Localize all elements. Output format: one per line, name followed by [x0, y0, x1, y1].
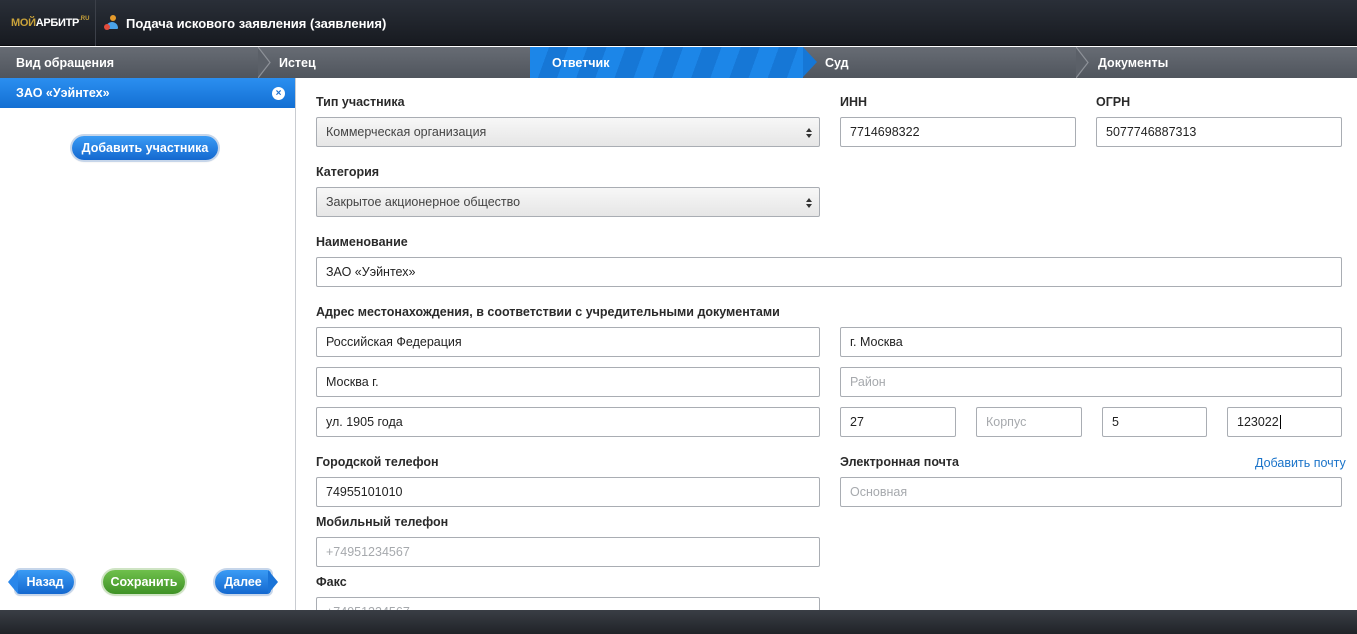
- save-button[interactable]: Сохранить: [103, 570, 185, 594]
- step-court[interactable]: Суд: [818, 47, 1076, 78]
- back-arrow-icon: [8, 570, 18, 594]
- app-logo[interactable]: МОЙ АРБИТР .RU: [0, 0, 96, 46]
- next-arrow-icon: [268, 570, 278, 594]
- step-label: Суд: [825, 55, 849, 70]
- address-label: Адрес местонахождения, в соответствии с …: [316, 305, 780, 319]
- logo-part1: МОЙ: [11, 17, 36, 29]
- name-field[interactable]: ЗАО «Уэйнтех»: [316, 257, 1342, 287]
- mobile-field[interactable]: +74951234567: [316, 537, 820, 567]
- fax-label: Факс: [316, 575, 347, 589]
- step-appeal-type[interactable]: Вид обращения: [0, 47, 258, 78]
- top-bar: МОЙ АРБИТР .RU Подача искового заявления…: [0, 0, 1357, 46]
- postcode-value: 123022: [1237, 415, 1279, 429]
- step-defendant[interactable]: Ответчик: [530, 47, 817, 78]
- step-label: Ответчик: [552, 55, 610, 70]
- name-label: Наименование: [316, 235, 408, 249]
- next-button[interactable]: Далее: [215, 570, 271, 594]
- select-updown-icon: [806, 198, 812, 208]
- category-select[interactable]: Закрытое акционерное общество: [316, 187, 820, 217]
- page-title: Подача искового заявления (заявления): [126, 15, 387, 31]
- house-field[interactable]: 27: [840, 407, 956, 437]
- page-title-area: Подача искового заявления (заявления): [104, 0, 386, 46]
- phone-field[interactable]: 74955101010: [316, 477, 820, 507]
- district-field[interactable]: Район: [840, 367, 1342, 397]
- phone-label: Городской телефон: [316, 455, 439, 469]
- people-icon: [104, 15, 120, 31]
- add-email-link[interactable]: Добавить почту: [1255, 456, 1346, 470]
- add-participant-button[interactable]: Добавить участника: [72, 136, 218, 160]
- step-label: Документы: [1098, 55, 1169, 70]
- postcode-field[interactable]: 123022: [1227, 407, 1342, 437]
- country-field[interactable]: Российская Федерация: [316, 327, 820, 357]
- fax-field[interactable]: +74951234567: [316, 597, 820, 610]
- region-field[interactable]: Москва г.: [316, 367, 820, 397]
- participant-type-select[interactable]: Коммерческая организация: [316, 117, 820, 147]
- step-plaintiff[interactable]: Истец: [263, 47, 529, 78]
- email-label: Электронная почта: [840, 455, 959, 469]
- street-field[interactable]: ул. 1905 года: [316, 407, 820, 437]
- office-field[interactable]: 5: [1102, 407, 1207, 437]
- category-label: Категория: [316, 165, 380, 179]
- participants-sidebar: ЗАО «Уэйнтех» × Добавить участника Назад…: [0, 78, 296, 610]
- step-label: Вид обращения: [16, 55, 115, 70]
- category-value: Закрытое акционерное общество: [326, 195, 521, 209]
- participant-name: ЗАО «Уэйнтех»: [16, 86, 110, 100]
- close-icon[interactable]: ×: [272, 87, 285, 100]
- inn-label: ИНН: [840, 95, 868, 109]
- inn-field[interactable]: 7714698322: [840, 117, 1076, 147]
- mobile-label: Мобильный телефон: [316, 515, 449, 529]
- building-field[interactable]: Корпус: [976, 407, 1082, 437]
- step-documents[interactable]: Документы: [1082, 47, 1357, 78]
- save-label: Сохранить: [110, 575, 178, 589]
- participant-type-value: Коммерческая организация: [326, 125, 487, 139]
- email-field[interactable]: Основная: [840, 477, 1342, 507]
- step-label: Истец: [279, 55, 316, 70]
- participant-type-label: Тип участника: [316, 95, 405, 109]
- wizard-steps: Вид обращения Истец Ответчик Суд Докумен…: [0, 47, 1357, 78]
- text-cursor: [1279, 415, 1281, 429]
- back-label: Назад: [26, 575, 64, 589]
- back-button[interactable]: Назад: [16, 570, 74, 594]
- logo-part2: АРБИТР: [35, 17, 80, 29]
- defendant-form: Тип участника Коммерческая организация И…: [297, 78, 1357, 610]
- participant-item[interactable]: ЗАО «Уэйнтех» ×: [0, 78, 295, 108]
- city-field[interactable]: г. Москва: [840, 327, 1342, 357]
- next-label: Далее: [224, 575, 262, 589]
- ogrn-label: ОГРН: [1096, 95, 1131, 109]
- ogrn-field[interactable]: 5077746887313: [1096, 117, 1342, 147]
- select-updown-icon: [806, 128, 812, 138]
- bottom-bar: [0, 610, 1357, 634]
- logo-suffix: .RU: [79, 16, 90, 22]
- add-participant-label: Добавить участника: [81, 141, 209, 155]
